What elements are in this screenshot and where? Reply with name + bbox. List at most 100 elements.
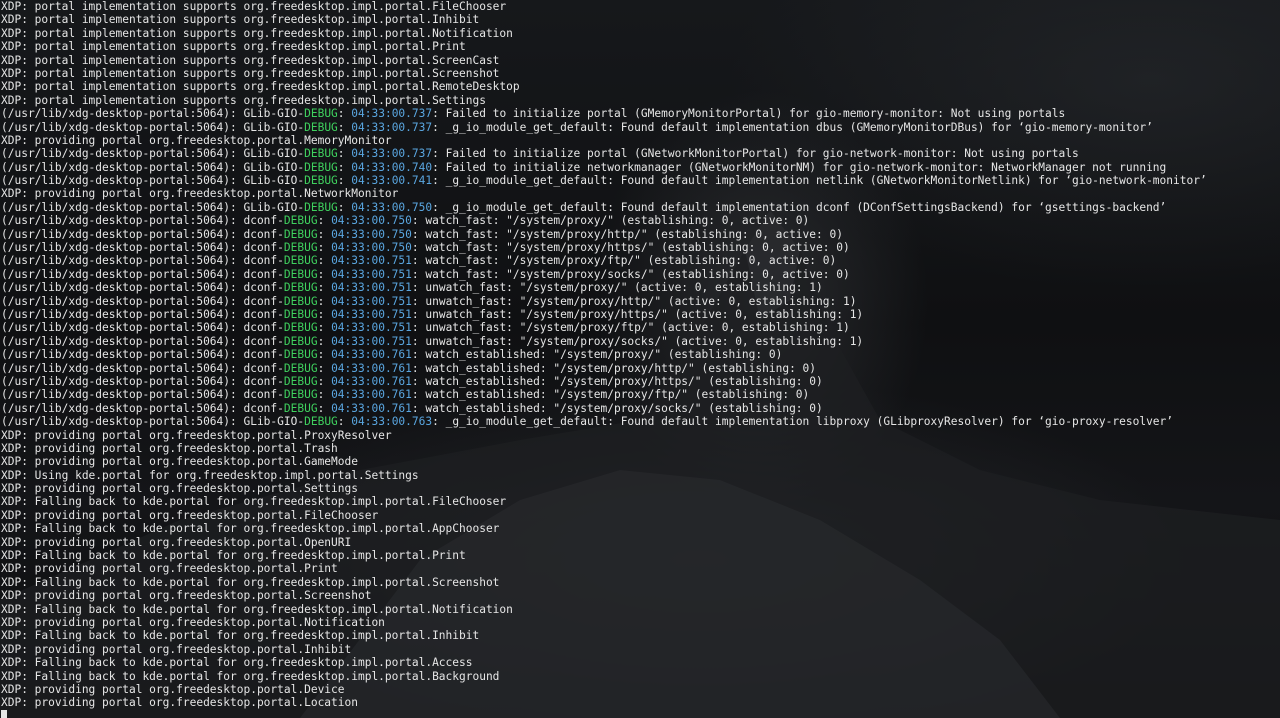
log-text: : _g_io_module_get_default: Found defaul… <box>432 415 1174 429</box>
log-line: XDP: portal implementation supports org.… <box>1 80 1207 93</box>
log-text: (/usr/lib/xdg-desktop-portal:5064): GLib… <box>1 147 305 161</box>
log-text: : unwatch_fast: "/system/proxy/" (active… <box>411 281 823 295</box>
log-text: (/usr/lib/xdg-desktop-portal:5064): dcon… <box>1 361 284 375</box>
log-text: XDP: providing portal org.freedesktop.po… <box>1 455 358 469</box>
log-text: XDP: portal implementation supports org.… <box>1 40 466 54</box>
debug-level-label: DEBUG <box>283 321 318 335</box>
log-text: : <box>317 401 332 415</box>
log-line: (/usr/lib/xdg-desktop-portal:5064): dcon… <box>1 388 1207 401</box>
log-text: : <box>337 147 352 161</box>
log-text: XDP: providing portal org.freedesktop.po… <box>1 562 338 576</box>
log-text: : watch_fast: "/system/proxy/" (establis… <box>411 214 810 228</box>
log-text: (/usr/lib/xdg-desktop-portal:5064): dcon… <box>1 307 284 321</box>
log-text: (/usr/lib/xdg-desktop-portal:5064): dcon… <box>1 294 284 308</box>
log-text: : watch_established: "/system/proxy/http… <box>411 374 823 388</box>
log-line: XDP: providing portal org.freedesktop.po… <box>1 536 1207 549</box>
log-text: : <box>337 200 352 214</box>
log-text: : <box>317 348 332 362</box>
debug-level-label: DEBUG <box>283 388 318 402</box>
log-text: XDP: portal implementation supports org.… <box>1 80 520 94</box>
timestamp: 04:33:00.761 <box>331 374 412 388</box>
log-text: : <box>317 374 332 388</box>
log-line: (/usr/lib/xdg-desktop-portal:5064): dcon… <box>1 402 1207 415</box>
log-line: (/usr/lib/xdg-desktop-portal:5064): GLib… <box>1 415 1207 428</box>
prompt-line[interactable] <box>1 709 1207 718</box>
log-text: : watch_fast: "/system/proxy/ftp/" (esta… <box>411 254 837 268</box>
timestamp: 04:33:00.751 <box>331 254 412 268</box>
log-text: : _g_io_module_get_default: Found defaul… <box>432 200 1167 214</box>
log-text: (/usr/lib/xdg-desktop-portal:5064): GLib… <box>1 415 305 429</box>
log-line: XDP: Falling back to kde.portal for org.… <box>1 670 1207 683</box>
log-line: XDP: Falling back to kde.portal for org.… <box>1 603 1207 616</box>
log-text: : <box>317 241 332 255</box>
debug-level-label: DEBUG <box>283 281 318 295</box>
log-line: XDP: Falling back to kde.portal for org.… <box>1 656 1207 669</box>
log-text: : <box>337 415 352 429</box>
log-text: XDP: Falling back to kde.portal for org.… <box>1 575 500 589</box>
log-line: XDP: portal implementation supports org.… <box>1 94 1207 107</box>
debug-level-label: DEBUG <box>283 294 318 308</box>
log-line: XDP: providing portal org.freedesktop.po… <box>1 134 1207 147</box>
log-text: : <box>317 294 332 308</box>
timestamp: 04:33:00.761 <box>331 348 412 362</box>
log-text: : <box>317 267 332 281</box>
log-line: (/usr/lib/xdg-desktop-portal:5064): GLib… <box>1 174 1207 187</box>
log-line: XDP: providing portal org.freedesktop.po… <box>1 442 1207 455</box>
log-line: XDP: Falling back to kde.portal for org.… <box>1 549 1207 562</box>
log-line: XDP: Using kde.portal for org.freedeskto… <box>1 469 1207 482</box>
timestamp: 04:33:00.737 <box>351 107 433 121</box>
log-text: : watch_fast: "/system/proxy/https/" (es… <box>411 241 850 255</box>
log-text: (/usr/lib/xdg-desktop-portal:5064): dcon… <box>1 321 284 335</box>
log-text: : <box>337 174 352 188</box>
log-line: XDP: providing portal org.freedesktop.po… <box>1 696 1207 709</box>
log-text: : watch_established: "/system/proxy/ftp/… <box>411 388 810 402</box>
log-line: (/usr/lib/xdg-desktop-portal:5064): dcon… <box>1 228 1207 241</box>
timestamp: 04:33:00.763 <box>351 415 433 429</box>
log-text: XDP: portal implementation supports org.… <box>1 66 500 80</box>
timestamp: 04:33:00.750 <box>331 227 412 241</box>
log-line: (/usr/lib/xdg-desktop-portal:5064): GLib… <box>1 161 1207 174</box>
debug-level-label: DEBUG <box>283 267 318 281</box>
log-text: : Failed to initialize networkmanager (G… <box>432 160 1167 174</box>
timestamp: 04:33:00.761 <box>331 388 412 402</box>
log-line: XDP: providing portal org.freedesktop.po… <box>1 187 1207 200</box>
log-line: XDP: portal implementation supports org.… <box>1 40 1207 53</box>
log-text: XDP: providing portal org.freedesktop.po… <box>1 133 392 147</box>
log-line: (/usr/lib/xdg-desktop-portal:5064): GLib… <box>1 201 1207 214</box>
log-line: XDP: Falling back to kde.portal for org.… <box>1 522 1207 535</box>
log-line: (/usr/lib/xdg-desktop-portal:5064): dcon… <box>1 281 1207 294</box>
log-text: XDP: portal implementation supports org.… <box>1 13 480 27</box>
timestamp: 04:33:00.751 <box>331 267 412 281</box>
log-text: : <box>337 107 352 121</box>
log-line: (/usr/lib/xdg-desktop-portal:5064): dcon… <box>1 362 1207 375</box>
debug-level-label: DEBUG <box>283 227 318 241</box>
log-line: XDP: providing portal org.freedesktop.po… <box>1 482 1207 495</box>
debug-level-label: DEBUG <box>283 254 318 268</box>
log-text: XDP: providing portal org.freedesktop.po… <box>1 508 379 522</box>
timestamp: 04:33:00.737 <box>351 147 433 161</box>
timestamp: 04:33:00.761 <box>331 361 412 375</box>
log-text: XDP: portal implementation supports org.… <box>1 26 513 40</box>
log-text: XDP: providing portal org.freedesktop.po… <box>1 589 372 603</box>
log-line: (/usr/lib/xdg-desktop-portal:5064): GLib… <box>1 147 1207 160</box>
debug-level-label: DEBUG <box>304 415 338 429</box>
log-text: (/usr/lib/xdg-desktop-portal:5064): GLib… <box>1 120 305 134</box>
log-text: (/usr/lib/xdg-desktop-portal:5064): dcon… <box>1 388 284 402</box>
log-text: : <box>317 254 332 268</box>
log-text: : unwatch_fast: "/system/proxy/socks/" (… <box>411 334 864 348</box>
log-line: XDP: portal implementation supports org.… <box>1 67 1207 80</box>
log-text: (/usr/lib/xdg-desktop-portal:5064): dcon… <box>1 334 284 348</box>
debug-level-label: DEBUG <box>283 401 318 415</box>
log-text: (/usr/lib/xdg-desktop-portal:5064): dcon… <box>1 401 284 415</box>
log-text: XDP: providing portal org.freedesktop.po… <box>1 441 338 455</box>
debug-level-label: DEBUG <box>304 120 338 134</box>
log-text: XDP: portal implementation supports org.… <box>1 53 500 67</box>
log-line: XDP: providing portal org.freedesktop.po… <box>1 589 1207 602</box>
debug-level-label: DEBUG <box>304 107 338 121</box>
terminal-window[interactable]: XDP: portal implementation supports org.… <box>0 0 1280 718</box>
log-text: (/usr/lib/xdg-desktop-portal:5064): GLib… <box>1 107 305 121</box>
log-text: (/usr/lib/xdg-desktop-portal:5064): GLib… <box>1 160 305 174</box>
log-text: XDP: Falling back to kde.portal for org.… <box>1 669 500 683</box>
timestamp: 04:33:00.750 <box>351 200 433 214</box>
debug-level-label: DEBUG <box>304 147 338 161</box>
